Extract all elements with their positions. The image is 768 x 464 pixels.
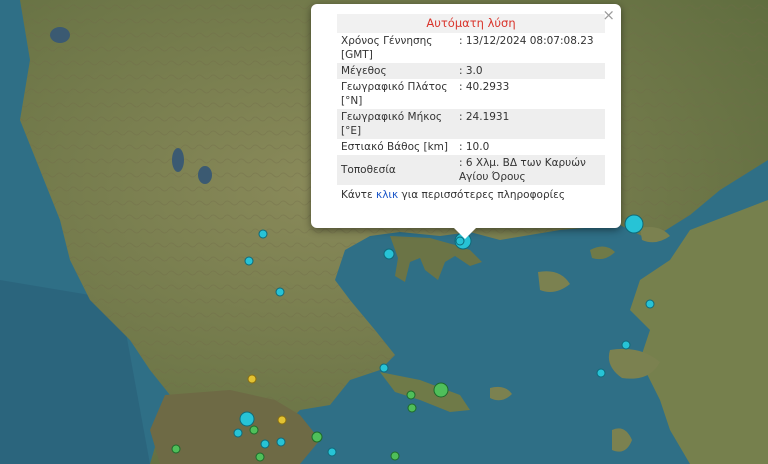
earthquake-marker-icon[interactable] <box>244 256 254 266</box>
latitude-label: Γεωγραφικό Πλάτος [°N] <box>341 81 448 107</box>
popup-pointer <box>454 228 476 239</box>
latitude-value: : 40.2933 <box>459 81 510 93</box>
row-latitude: Γεωγραφικό Πλάτος [°N] : 40.2933 <box>337 79 605 109</box>
depth-value: : 10.0 <box>459 141 490 153</box>
earthquake-marker-icon[interactable] <box>390 451 400 461</box>
more-info-prefix: Κάντε <box>341 189 377 201</box>
more-info-text: Κάντε κλικ για περισσότερες πληροφορίες <box>337 185 605 205</box>
location-label: Τοποθεσία <box>337 155 455 185</box>
earthquake-marker-icon[interactable] <box>260 439 270 449</box>
earthquake-marker-icon[interactable] <box>407 403 417 413</box>
row-location: Τοποθεσία : 6 Χλμ. ΒΔ των Καρυών Αγίου Ό… <box>337 155 605 185</box>
earthquake-marker-icon[interactable] <box>239 411 255 427</box>
earthquake-info-popup: × Αυτόματη λύση Χρόνος Γέννησης [GMT] : … <box>311 4 621 239</box>
earthquake-marker-icon[interactable] <box>433 382 449 398</box>
earthquake-marker-icon[interactable] <box>249 425 259 435</box>
earthquake-details-table: Χρόνος Γέννησης [GMT] : 13/12/2024 08:07… <box>337 33 605 185</box>
earthquake-marker-icon[interactable] <box>258 229 268 239</box>
magnitude-label: Μέγεθος <box>337 63 455 79</box>
close-icon[interactable]: × <box>602 7 615 23</box>
row-longitude: Γεωγραφικό Μήκος [°E] : 24.1931 <box>337 109 605 139</box>
row-origin-time: Χρόνος Γέννησης [GMT] : 13/12/2024 08:07… <box>337 33 605 63</box>
earthquake-marker-icon[interactable] <box>247 374 257 384</box>
earthquake-marker-icon[interactable] <box>277 415 287 425</box>
magnitude-value: : 3.0 <box>455 63 605 79</box>
longitude-label: Γεωγραφικό Μήκος [°E] <box>337 109 455 139</box>
earthquake-marker-icon[interactable] <box>255 452 265 462</box>
earthquake-marker-icon[interactable] <box>379 363 389 373</box>
earthquake-marker-icon[interactable] <box>275 287 285 297</box>
row-depth: Εστιακό Βάθος [km] : 10.0 <box>337 139 605 155</box>
earthquake-marker-icon[interactable] <box>406 390 416 400</box>
longitude-value: : 24.1931 <box>455 109 605 139</box>
earthquake-marker-icon[interactable] <box>624 214 644 234</box>
earthquake-marker-icon[interactable] <box>645 299 655 309</box>
more-info-suffix: για περισσότερες πληροφορίες <box>398 189 566 201</box>
earthquake-marker-icon[interactable] <box>233 428 243 438</box>
origin-time-value: : 13/12/2024 08:07:08.23 <box>459 35 594 47</box>
depth-label: Εστιακό Βάθος [km] <box>341 141 449 153</box>
popup-title: Αυτόματη λύση <box>337 14 605 33</box>
earthquake-marker-icon[interactable] <box>596 368 606 378</box>
earthquake-marker-icon[interactable] <box>171 444 181 454</box>
earthquake-marker-icon[interactable] <box>327 447 337 457</box>
origin-time-label: Χρόνος Γέννησης [GMT] <box>341 35 433 61</box>
earthquake-marker-icon[interactable] <box>383 248 395 260</box>
more-info-link[interactable]: κλικ <box>376 189 398 201</box>
earthquake-marker-icon[interactable] <box>276 437 286 447</box>
location-value: : 6 Χλμ. ΒΔ των Καρυών Αγίου Όρους <box>455 155 605 185</box>
earthquake-marker-icon[interactable] <box>621 340 631 350</box>
row-magnitude: Μέγεθος : 3.0 <box>337 63 605 79</box>
earthquake-marker-icon[interactable] <box>311 431 323 443</box>
